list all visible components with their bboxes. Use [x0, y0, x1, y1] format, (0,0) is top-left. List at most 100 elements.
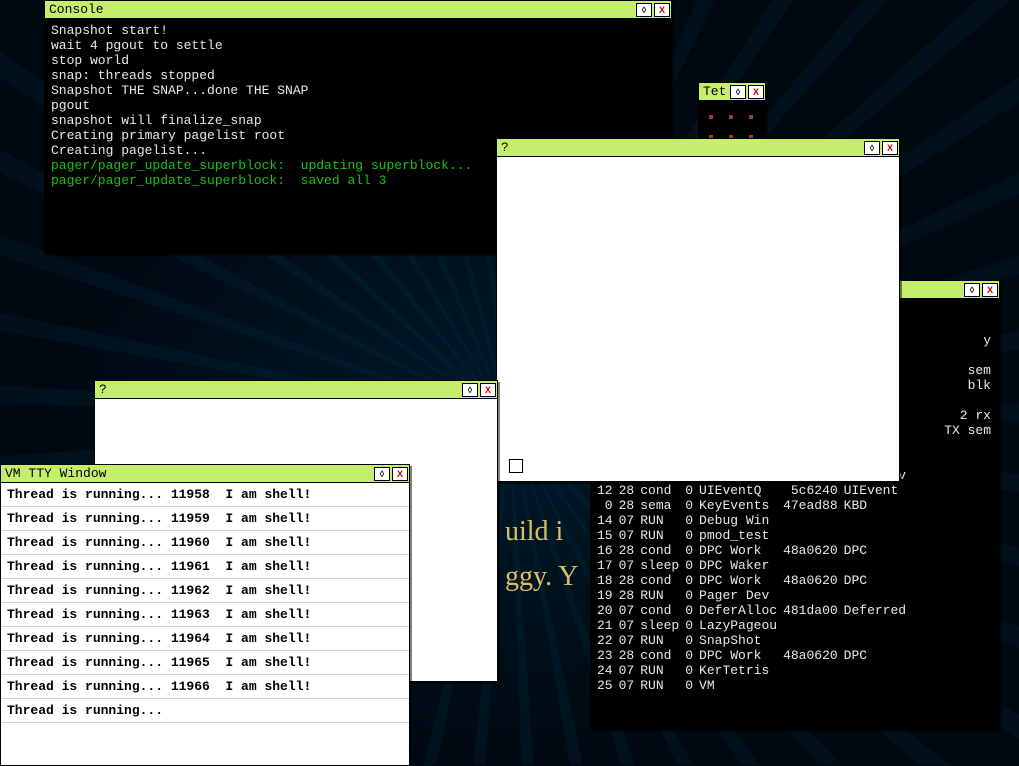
process-cell: RUN	[640, 528, 685, 543]
tetris-block	[729, 115, 733, 119]
process-row: 028sema 0KeyEvents 47ead88KBD	[597, 498, 912, 513]
close-button[interactable]: X	[882, 141, 898, 155]
process-cell	[844, 558, 912, 573]
process-cell: 0	[685, 543, 699, 558]
console-line: wait 4 pgout to settle	[51, 38, 665, 53]
process-cell	[783, 663, 844, 678]
tty-line: Thread is running... 11962 I am shell!	[1, 579, 409, 603]
process-cell: 0	[685, 558, 699, 573]
tty-line: Thread is running... 11963 I am shell!	[1, 603, 409, 627]
minimize-button[interactable]: ◊	[636, 3, 652, 17]
blank-window-2-titlebar[interactable]: ? ◊ X	[95, 381, 497, 399]
close-button[interactable]: X	[480, 383, 496, 397]
process-cell: 15	[597, 528, 619, 543]
close-button[interactable]: X	[654, 3, 670, 17]
process-cell: cond	[640, 603, 685, 618]
process-cell: 24	[597, 663, 619, 678]
process-cell: 12	[597, 483, 619, 498]
process-cell: UIEventQ	[699, 483, 783, 498]
process-cell: 0	[685, 513, 699, 528]
minimize-button[interactable]: ◊	[730, 85, 746, 99]
process-cell: DPC	[844, 543, 912, 558]
minimize-button[interactable]: ◊	[462, 383, 478, 397]
tty-titlebar[interactable]: VM TTY Window ◊ X	[1, 465, 409, 483]
process-row: 2107sleep0LazyPageou	[597, 618, 912, 633]
process-row: 2407RUN 0KerTetris	[597, 663, 912, 678]
process-cell	[783, 633, 844, 648]
process-cell: DPC Work	[699, 648, 783, 663]
process-cell: 07	[619, 663, 641, 678]
process-cell: 17	[597, 558, 619, 573]
close-button[interactable]: X	[392, 467, 408, 481]
process-cell: 0	[685, 618, 699, 633]
process-cell: 47ead88	[783, 498, 844, 513]
process-cell: 48a0620	[783, 573, 844, 588]
process-cell: 25	[597, 678, 619, 693]
minimize-button[interactable]: ◊	[864, 141, 880, 155]
minimize-button[interactable]: ◊	[374, 467, 390, 481]
process-cell	[844, 633, 912, 648]
process-cell: cond	[640, 543, 685, 558]
console-title: Console	[45, 2, 635, 17]
process-cell: 07	[619, 558, 641, 573]
process-cell	[844, 618, 912, 633]
process-cell: 0	[685, 483, 699, 498]
process-cell: 0	[597, 498, 619, 513]
process-cell: 28	[619, 483, 641, 498]
process-cell: 0	[685, 648, 699, 663]
console-line: Snapshot THE SNAP...done THE SNAP	[51, 83, 665, 98]
console-line: stop world	[51, 53, 665, 68]
process-cell: 0	[685, 573, 699, 588]
tty-line: Thread is running...	[1, 699, 409, 723]
process-cell: 0	[685, 588, 699, 603]
tty-body: Thread is running... 11958 I am shell!Th…	[1, 483, 409, 765]
process-cell: 481da00	[783, 603, 844, 618]
process-cell: 07	[619, 603, 641, 618]
process-cell: sleep	[640, 618, 685, 633]
tty-title: VM TTY Window	[1, 466, 373, 481]
process-cell	[844, 528, 912, 543]
close-button[interactable]: X	[748, 85, 764, 99]
process-cell	[844, 663, 912, 678]
process-cell	[783, 678, 844, 693]
process-cell: Deferred	[844, 603, 912, 618]
process-cell: 20	[597, 603, 619, 618]
process-cell: 0	[685, 603, 699, 618]
process-row: 1928RUN 0Pager Dev	[597, 588, 912, 603]
tty-window: VM TTY Window ◊ X Thread is running... 1…	[0, 464, 410, 766]
tty-line: Thread is running... 11964 I am shell!	[1, 627, 409, 651]
process-cell: KBD	[844, 498, 912, 513]
blank-window-1: ? ◊ X	[496, 138, 900, 482]
process-cell: 0	[685, 678, 699, 693]
process-cell: 22	[597, 633, 619, 648]
process-cell	[783, 558, 844, 573]
process-cell: DPC	[844, 648, 912, 663]
process-row: 2328cond 0DPC Work 48a0620DPC	[597, 648, 912, 663]
process-cell: 48a0620	[783, 648, 844, 663]
minimize-button[interactable]: ◊	[964, 283, 980, 297]
process-cell: 07	[619, 678, 641, 693]
process-cell: Pager Dev	[699, 588, 783, 603]
process-cell: 07	[619, 513, 641, 528]
process-row: 1507RUN 0pmod_test	[597, 528, 912, 543]
tetris-titlebar[interactable]: Tet ◊ X	[699, 83, 765, 101]
console-line: snap: threads stopped	[51, 68, 665, 83]
process-cell: 0	[685, 663, 699, 678]
console-titlebar[interactable]: Console ◊ X	[45, 1, 671, 19]
process-cell: cond	[640, 573, 685, 588]
console-line: snapshot will finalize_snap	[51, 113, 665, 128]
process-cell: 28	[619, 498, 641, 513]
process-cell: LazyPageou	[699, 618, 783, 633]
process-cell: 48a0620	[783, 543, 844, 558]
blank-window-1-titlebar[interactable]: ? ◊ X	[497, 139, 899, 157]
tty-line: Thread is running... 11958 I am shell!	[1, 483, 409, 507]
process-row: 2007cond 0DeferAlloc481da00Deferred	[597, 603, 912, 618]
process-cell: RUN	[640, 678, 685, 693]
process-cell: 0	[685, 498, 699, 513]
close-button[interactable]: X	[982, 283, 998, 297]
process-row: 2507RUN 0VM	[597, 678, 912, 693]
tty-line: Thread is running... 11960 I am shell!	[1, 531, 409, 555]
tty-line: Thread is running... 11959 I am shell!	[1, 507, 409, 531]
process-cell: 28	[619, 573, 641, 588]
process-cell: RUN	[640, 663, 685, 678]
